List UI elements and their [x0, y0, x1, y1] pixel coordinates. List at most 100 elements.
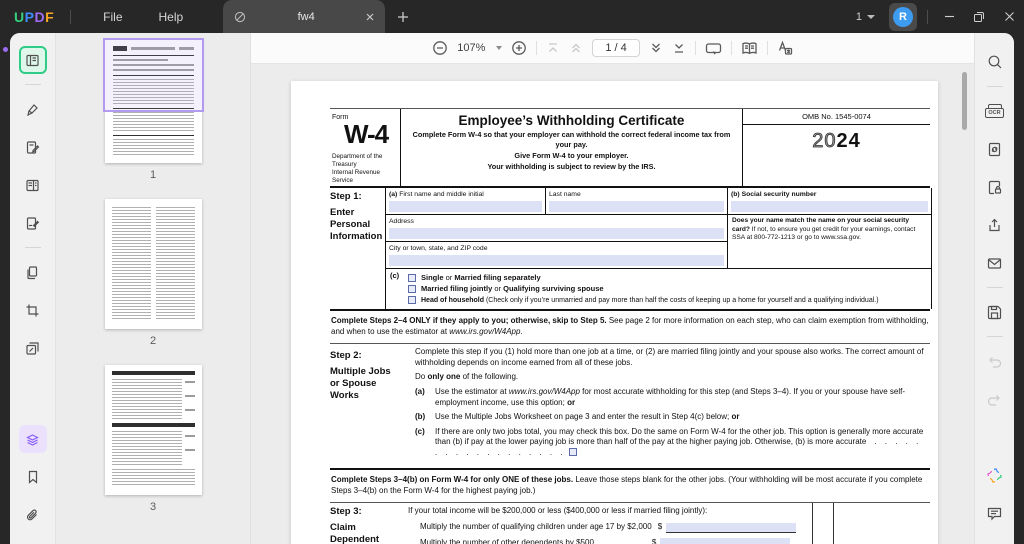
- ai-assistant-button[interactable]: [18, 425, 47, 453]
- single-checkbox[interactable]: [408, 273, 416, 282]
- step2-p1: Complete this step if you (1) hold more …: [415, 347, 924, 367]
- fill-sign-button[interactable]: [19, 209, 47, 237]
- last-name-cell: Last name: [545, 188, 727, 216]
- zoom-dropdown-icon[interactable]: [496, 46, 503, 50]
- cb-label: Head of household: [421, 296, 484, 304]
- feedback-button[interactable]: [982, 500, 1008, 526]
- document-tab[interactable]: fw4: [223, 0, 386, 33]
- married-checkbox[interactable]: [408, 285, 416, 294]
- new-tab-button[interactable]: [397, 11, 409, 23]
- step1-section: Step 1: Enter Personal Information (a) F…: [330, 188, 932, 312]
- tab-close-icon[interactable]: [365, 12, 375, 22]
- zoom-in-button[interactable]: [511, 40, 527, 56]
- step2-p2: Do only one of the following.: [415, 372, 930, 383]
- menu-help[interactable]: Help: [147, 6, 196, 28]
- translate-button[interactable]: [777, 40, 793, 56]
- step3-sub: Dependent: [330, 534, 380, 544]
- ssn-input[interactable]: [731, 201, 928, 213]
- restore-button[interactable]: [964, 4, 994, 30]
- logo-letter: F: [45, 8, 55, 25]
- undo-button[interactable]: [982, 348, 1008, 374]
- titlebar: U P D F File Help fw4 1 R: [0, 0, 1024, 33]
- thumb-decor: [111, 431, 182, 465]
- address-cell: Address: [386, 215, 727, 243]
- batch-tools-button[interactable]: [19, 334, 47, 362]
- step1-title: Step 1:: [330, 191, 362, 203]
- toolbar-divider: [694, 41, 696, 55]
- last-page-button[interactable]: [672, 41, 686, 55]
- page-number-input[interactable]: 1 / 4: [592, 39, 640, 57]
- logo-letter: U: [14, 8, 25, 25]
- protect-document-button[interactable]: [982, 174, 1008, 200]
- cb-label: or: [443, 272, 455, 282]
- two-jobs-checkbox[interactable]: [568, 447, 577, 456]
- thumb-decor: [184, 449, 195, 451]
- line-text: Multiply the number of qualifying childr…: [420, 521, 652, 531]
- qualifying-children-input[interactable]: [666, 522, 797, 533]
- email-button[interactable]: [982, 250, 1008, 276]
- next-page-button[interactable]: [649, 41, 663, 55]
- cb-label: or: [492, 284, 504, 294]
- titlebar-right: 1 R: [856, 2, 1024, 31]
- thumbnail-panel: 1 2 3: [56, 33, 251, 544]
- step3-intro: If your total income will be $200,000 or…: [408, 506, 708, 516]
- first-page-button[interactable]: [546, 41, 560, 55]
- ai-sparkle-button[interactable]: [982, 462, 1008, 488]
- reader-mode-button[interactable]: [18, 46, 47, 74]
- last-name-label: Last name: [549, 191, 581, 199]
- vertical-scrollbar[interactable]: [962, 72, 967, 130]
- page-thumbnail-1[interactable]: [102, 38, 204, 163]
- zoom-out-button[interactable]: [432, 40, 448, 56]
- two-page-view-button[interactable]: [741, 41, 758, 56]
- redo-button[interactable]: [982, 386, 1008, 412]
- organize-pages-button[interactable]: [19, 171, 47, 199]
- close-button[interactable]: [994, 4, 1024, 30]
- page-thumbnail-2[interactable]: [104, 199, 202, 329]
- search-button[interactable]: [982, 49, 1008, 75]
- convert-document-button[interactable]: [982, 136, 1008, 162]
- step2-body: Complete this step if you (1) hold more …: [415, 347, 930, 462]
- filing-status-married: Married filing jointly or Qualifying sur…: [408, 284, 927, 294]
- step2-sub: or Spouse: [330, 378, 377, 390]
- logo-letter: P: [24, 8, 35, 25]
- avatar: R: [893, 6, 913, 27]
- bookmark-button[interactable]: [19, 463, 47, 491]
- save-button[interactable]: [982, 299, 1008, 325]
- address-input[interactable]: [389, 228, 724, 240]
- attachment-button[interactable]: [19, 501, 47, 529]
- step2-title: Step 2:: [330, 350, 362, 362]
- steps3-4-note: Complete Steps 3–4(b) on Form W-4 for on…: [330, 470, 930, 502]
- pdf-page: Form W-4 Department of the Treasury Inte…: [291, 81, 938, 544]
- first-name-input[interactable]: [389, 201, 542, 213]
- filing-status-single: Single or Married filing separately: [408, 273, 927, 283]
- thumb-decor: [111, 423, 195, 427]
- presentation-mode-button[interactable]: [705, 41, 722, 56]
- previous-page-button[interactable]: [569, 41, 583, 55]
- ocr-button[interactable]: OCR: [982, 98, 1008, 124]
- minimize-button[interactable]: [934, 4, 964, 30]
- thumb-decor: [112, 135, 194, 136]
- menu-file[interactable]: File: [91, 6, 134, 28]
- window-count-dropdown[interactable]: 1: [856, 11, 875, 23]
- document-area[interactable]: Form W-4 Department of the Treasury Inte…: [251, 64, 974, 544]
- step1-label: Step 1: Enter Personal Information: [330, 188, 385, 309]
- city-input[interactable]: [389, 255, 724, 267]
- page-thumbnail-3[interactable]: [104, 365, 202, 495]
- head-of-household-checkbox[interactable]: [408, 296, 416, 305]
- chevron-down-icon: [867, 14, 875, 19]
- crop-button[interactable]: [19, 296, 47, 324]
- page-copy-button[interactable]: [19, 258, 47, 286]
- thumbnail-page-number: 3: [149, 501, 157, 513]
- active-tool-indicator: [3, 47, 8, 52]
- ocr-label: OCR: [985, 108, 1004, 118]
- last-name-input[interactable]: [549, 201, 724, 213]
- edit-pdf-button[interactable]: [19, 133, 47, 161]
- step2-sub: Works: [330, 390, 359, 402]
- sidebar-divider: [24, 247, 41, 248]
- account-button[interactable]: R: [889, 2, 917, 31]
- comment-tool-button[interactable]: [19, 95, 47, 123]
- step3-label: Step 3: Claim Dependent and Other: [330, 503, 408, 544]
- other-dependents-input[interactable]: [660, 538, 791, 544]
- form-subtitle-1: Complete Form W-4 so that your employer …: [412, 129, 731, 150]
- share-button[interactable]: [982, 212, 1008, 238]
